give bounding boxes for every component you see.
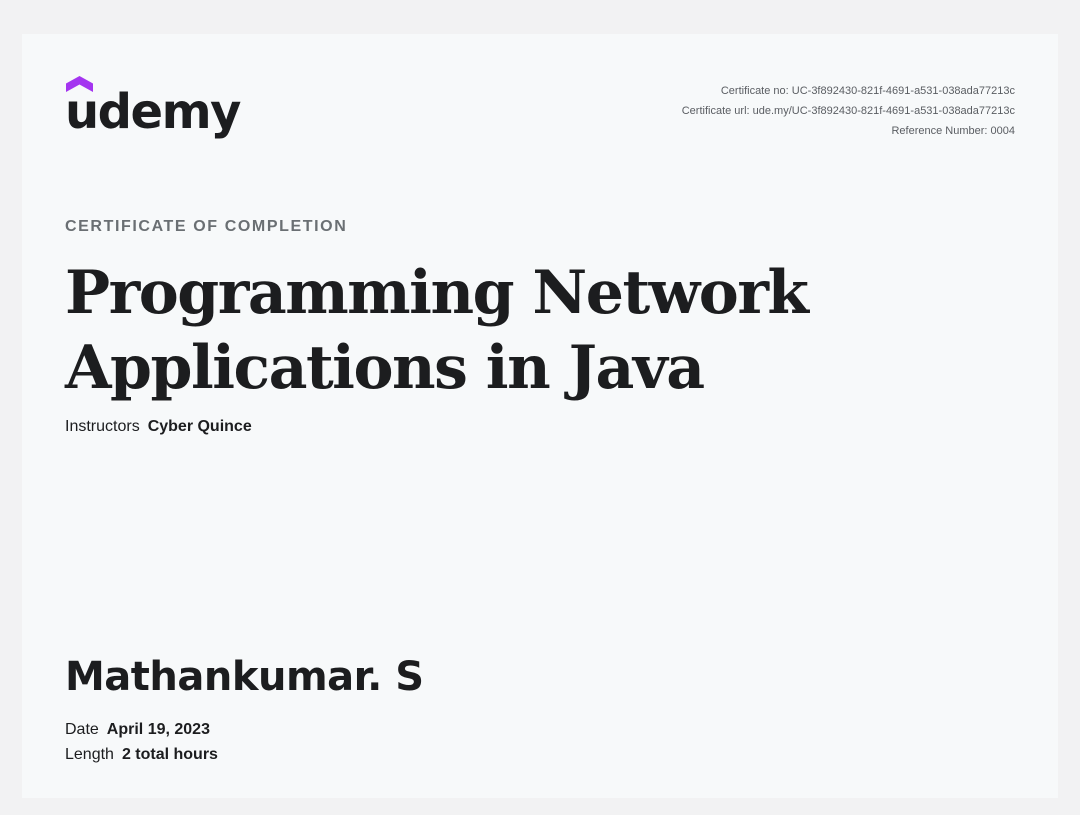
- course-title: Programming Network Applications in Java: [65, 258, 809, 403]
- instructors-label: Instructors: [65, 418, 140, 435]
- student-name: Mathankumar. S: [65, 654, 424, 700]
- instructors-row: Instructors Cyber Quince: [65, 418, 252, 436]
- date-row: Date April 19, 2023: [65, 721, 210, 739]
- instructors-value: Cyber Quince: [147, 418, 252, 435]
- length-label: Length: [65, 746, 114, 763]
- reference-number: Reference Number: 0004: [891, 125, 1015, 137]
- certificate-url: Certificate url: ude.my/UC-3f892430-821f…: [681, 105, 1015, 117]
- udemy-logo: udemy: [65, 76, 245, 144]
- certificate-heading: CERTIFICATE OF COMPLETION: [65, 218, 348, 235]
- certificate-meta: Certificate no: UC-3f892430-821f-4691-a5…: [682, 81, 1015, 141]
- logo-wordmark: udemy: [65, 84, 241, 140]
- certificate-card: udemy Certificate no: UC-3f892430-821f-4…: [22, 34, 1058, 798]
- length-row: Length 2 total hours: [65, 746, 218, 764]
- length-value: 2 total hours: [121, 746, 218, 763]
- date-label: Date: [65, 721, 99, 738]
- certificate-number: Certificate no: UC-3f892430-821f-4691-a5…: [720, 85, 1015, 97]
- date-value: April 19, 2023: [106, 721, 210, 738]
